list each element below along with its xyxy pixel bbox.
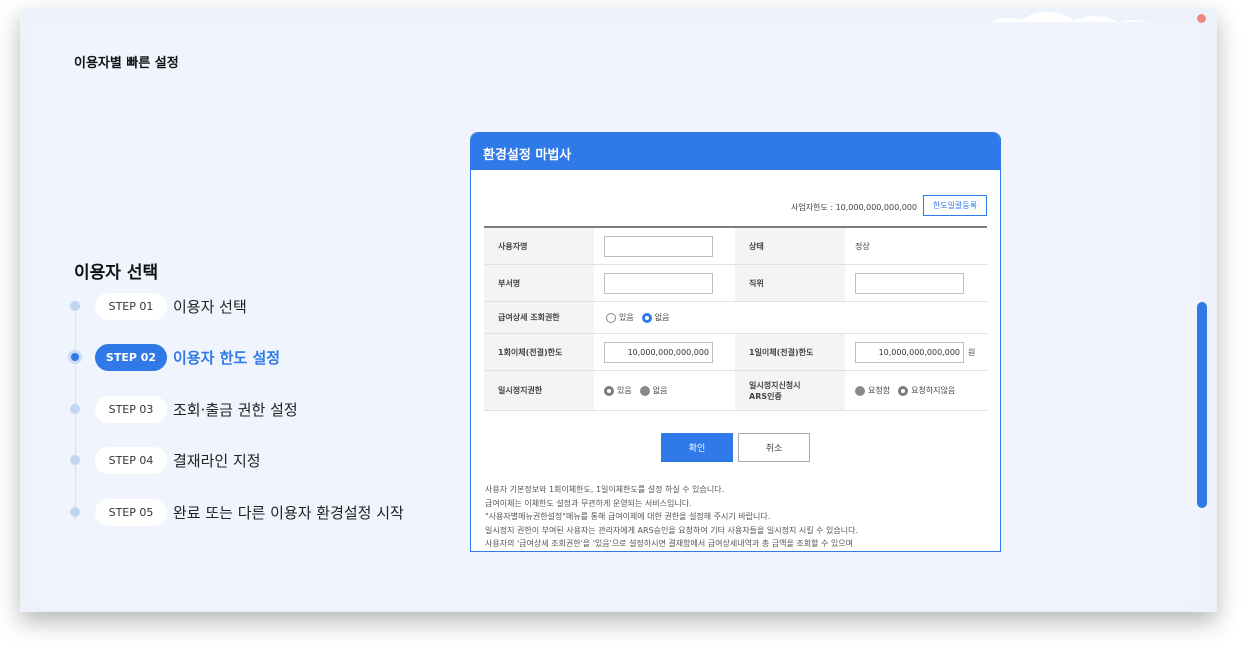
salary-yes-radio[interactable] <box>606 312 616 323</box>
step-02[interactable]: STEP 02 이용자 한도 설정 <box>70 343 280 371</box>
position-label: 직위 <box>735 265 845 301</box>
note-line: 사용자 기본정보와 1회이체한도, 1일이체한도를 설정 하실 수 있습니다. <box>485 485 725 494</box>
salary-view-label: 급여상세 조회권한 <box>484 302 594 333</box>
dept-input[interactable] <box>604 272 713 294</box>
step-dot <box>70 507 80 517</box>
confirm-button[interactable]: 확인 <box>661 433 733 462</box>
dept-label: 부서명 <box>484 265 594 301</box>
salary-no-label: 없음 <box>654 313 670 322</box>
step-badge: STEP 05 <box>95 498 167 526</box>
daily-transfer-label: 1일이체(전결)한도 <box>735 334 845 370</box>
user-name-input[interactable] <box>604 235 713 257</box>
suspend-ars-label-line2: ARS인증 <box>749 391 782 401</box>
note-line: 급여이체는 이체한도 설정과 무관하게 운영되는 서비스입니다. <box>485 498 692 508</box>
app-frame: 이용자별 빠른 설정 이용자 선택 STEP 01 이용자 선택 STEP 02… <box>20 8 1217 612</box>
suspend-no-radio[interactable] <box>639 385 650 396</box>
ars-norequest-label: 요청하지않음 <box>911 386 956 395</box>
status-dot <box>1197 14 1206 23</box>
step-03[interactable]: STEP 03 조회·출금 권한 설정 <box>70 395 298 423</box>
suspend-no-label: 없음 <box>652 386 668 395</box>
table-row: 사용자명 상태 정상 <box>484 228 987 265</box>
suspend-label: 일시정지권한 <box>484 371 594 410</box>
step-dot <box>70 301 80 311</box>
ars-request-radio[interactable] <box>855 385 865 396</box>
user-name-label: 사용자명 <box>484 228 594 264</box>
ars-norequest-radio[interactable] <box>898 385 909 396</box>
table-row: 일시정지권한 있음 없음 일시정지신청시 ARS인증 요청함 요청하지않음 <box>484 371 987 411</box>
step-label: 이용자 선택 <box>173 297 247 316</box>
suspend-ars-label-line1: 일시정지신청시 <box>749 380 801 390</box>
step-label: 결재라인 지정 <box>173 451 261 470</box>
step-label: 조회·출금 권한 설정 <box>173 400 298 419</box>
won-unit: 원 <box>968 347 976 357</box>
bulk-limit-button[interactable]: 한도일괄등록 <box>923 195 987 216</box>
table-row: 1회이체(전결)한도 10,000,000,000,000 1일이체(전결)한도… <box>484 334 987 371</box>
step-label: 완료 또는 다른 이용자 환경설정 시작 <box>173 503 404 522</box>
step-04[interactable]: STEP 04 결재라인 지정 <box>70 446 261 474</box>
section-title: 이용자 선택 <box>74 263 159 283</box>
table-row: 급여상세 조회권한 있음 없음 <box>484 302 987 334</box>
position-input[interactable] <box>855 272 964 294</box>
ars-request-label: 요청함 <box>868 386 891 395</box>
note-line: 사용자의 '급여상세 조회권한'을 '있음'으로 설정하시면 결재함에서 급여상… <box>485 539 853 548</box>
status-value: 정상 <box>855 241 870 251</box>
table-row: 부서명 직위 <box>484 265 987 302</box>
step-05[interactable]: STEP 05 완료 또는 다른 이용자 환경설정 시작 <box>70 498 404 526</box>
step-badge: STEP 04 <box>95 446 167 474</box>
step-dot <box>70 404 80 414</box>
business-limit-label: 사업자한도 : 10,000,000,000,000 <box>790 203 917 212</box>
user-settings-table: 사용자명 상태 정상 부서명 직위 급여상세 조회권한 있음 없음 1회이체(전… <box>484 226 987 411</box>
page-title: 이용자별 빠른 설정 <box>74 56 179 71</box>
step-badge: STEP 03 <box>95 395 167 423</box>
wizard-title: 환경설정 마법사 <box>471 133 1000 170</box>
step-dot-active <box>71 353 79 361</box>
step-dot <box>70 455 80 465</box>
scrollbar-thumb[interactable] <box>1197 302 1207 508</box>
salary-yes-label: 있음 <box>619 313 634 322</box>
step-badge: STEP 01 <box>95 292 167 320</box>
step-01[interactable]: STEP 01 이용자 선택 <box>70 292 247 320</box>
note-line: 일시정지 권한이 부여된 사용자는 관리자에게 ARS승인을 요청하여 기타 사… <box>485 525 859 535</box>
daily-transfer-input[interactable]: 10,000,000,000,000 <box>855 341 964 363</box>
wizard-buttons: 확인 취소 <box>661 433 810 462</box>
cancel-button[interactable]: 취소 <box>738 433 810 462</box>
suspend-yes-radio[interactable] <box>604 385 614 396</box>
per-transfer-input[interactable]: 10,000,000,000,000 <box>604 341 713 363</box>
wizard-notes: 사용자 기본정보와 1회이체한도, 1일이체한도를 설정 하실 수 있습니다. … <box>485 483 995 551</box>
salary-no-radio[interactable] <box>641 312 652 323</box>
main-panel: 이용자별 빠른 설정 이용자 선택 STEP 01 이용자 선택 STEP 02… <box>30 22 1207 604</box>
step-label: 이용자 한도 설정 <box>173 348 281 367</box>
status-label: 상태 <box>735 228 845 264</box>
note-line: "사용자별메뉴권한설정"메뉴를 통해 급여이체에 대한 권한을 설정해 주시기 … <box>485 512 771 521</box>
suspend-ars-label: 일시정지신청시 ARS인증 <box>735 371 845 410</box>
suspend-yes-label: 있음 <box>617 386 632 395</box>
step-badge: STEP 02 <box>95 343 167 371</box>
wizard-screenshot: 환경설정 마법사 사업자한도 : 10,000,000,000,000 한도일괄… <box>470 132 1001 552</box>
per-transfer-label: 1회이체(전결)한도 <box>484 334 594 370</box>
